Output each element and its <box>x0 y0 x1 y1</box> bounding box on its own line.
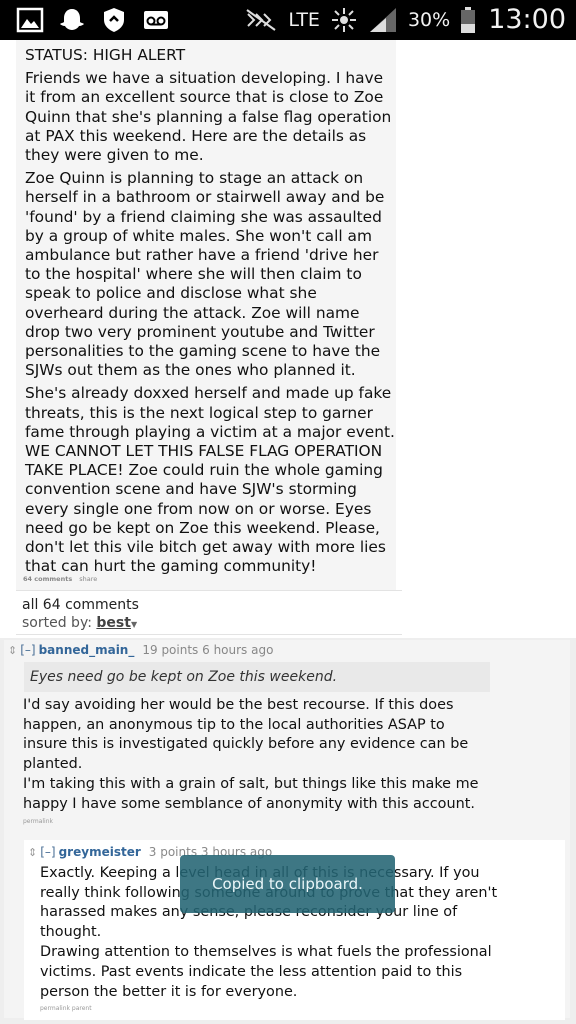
comments-link[interactable]: 64 comments <box>23 575 72 583</box>
toast-notification: Copied to clipboard. <box>180 855 395 913</box>
post-links: 64 comments share <box>23 575 102 583</box>
signal-icon <box>369 7 396 32</box>
comment-paragraph: I'm taking this with a grain of salt, bu… <box>23 776 479 812</box>
post-paragraph: STATUS: HIGH ALERT <box>25 46 186 64</box>
comment-author[interactable]: greymeister <box>59 845 141 859</box>
status-bar: LTE 30% 13:00 <box>0 0 576 40</box>
battery-percent: 30% <box>407 8 451 31</box>
post-paragraph: She's already doxxed herself and made up… <box>25 384 395 576</box>
battery-icon <box>461 6 476 33</box>
comment-links[interactable]: permalink parent <box>40 1005 92 1012</box>
ghost-icon <box>60 9 84 30</box>
comment-paragraph: I'd say avoiding her would be the best r… <box>23 697 469 772</box>
vote-arrows-icon[interactable]: ⇕ <box>28 846 37 859</box>
comment-quote: Eyes need go be kept on Zoe this weekend… <box>24 662 490 692</box>
permalink-link[interactable]: permalink <box>23 818 53 825</box>
clock: 13:00 <box>488 4 566 35</box>
network-type: LTE <box>288 8 320 31</box>
collapse-toggle[interactable]: [–] <box>40 845 55 859</box>
comments-count: all 64 comments <box>22 597 139 613</box>
post-body: STATUS: HIGH ALERT Friends we have a sit… <box>16 40 396 590</box>
post-paragraph: Zoe Quinn is planning to stage an attack… <box>25 169 385 380</box>
divider <box>16 590 402 591</box>
divider <box>16 634 402 635</box>
sort-dropdown[interactable]: best <box>96 615 131 631</box>
gallery-icon <box>16 7 44 33</box>
comments-header: all 64 comments sorted by: best▼ <box>22 596 139 634</box>
sort-control[interactable]: sorted by: best▼ <box>22 614 139 634</box>
comment-author[interactable]: banned_main_ <box>39 643 135 657</box>
sort-label: sorted by: <box>22 615 92 631</box>
post-paragraph: Friends we have a situation developing. … <box>25 69 392 165</box>
dropdown-arrow-icon[interactable]: ▼ <box>131 620 137 629</box>
shield-icon <box>104 8 124 32</box>
comment-paragraph: Drawing attention to themselves is what … <box>40 944 492 1000</box>
comment-tagline: ⇕ [–] banned_main_ 19 points 6 hours ago <box>8 643 273 657</box>
comment-body: I'd say avoiding her would be the best r… <box>23 696 493 816</box>
share-link[interactable]: share <box>79 575 97 583</box>
mute-icon <box>246 8 276 31</box>
vote-arrows-icon[interactable]: ⇕ <box>8 644 17 657</box>
data-activity-icon <box>331 7 356 32</box>
comment-meta: 19 points 6 hours ago <box>142 643 274 657</box>
voicemail-icon <box>144 11 168 29</box>
collapse-toggle[interactable]: [–] <box>20 643 35 657</box>
